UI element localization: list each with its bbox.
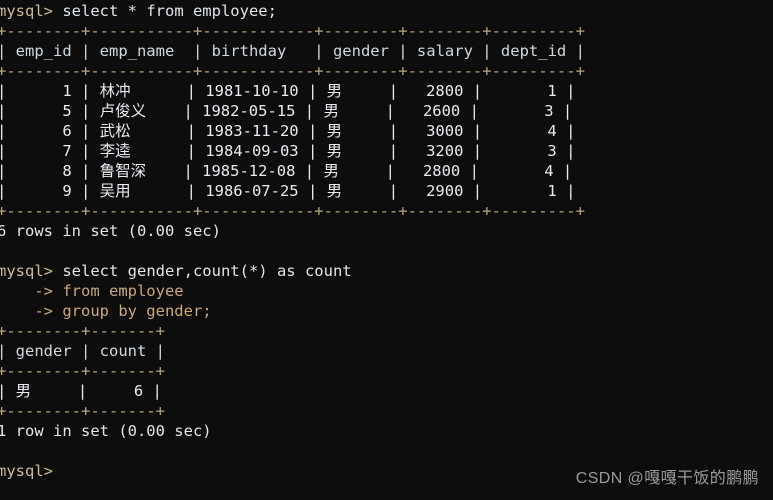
table2-status: 1 row in set (0.00 sec) <box>0 422 212 440</box>
command-line-1: mysql> select * from employee; <box>0 1 773 21</box>
table1-row: | 9 | 吴用 | 1986-07-25 | 男 | 2900 | 1 | <box>0 182 576 200</box>
table2-header-row: | gender | count | <box>0 342 165 360</box>
table1-row: | 5 | 卢俊义 | 1982-05-15 | 男 | 2600 | 3 | <box>0 102 573 120</box>
table2-rule-top: +--------+-------+ <box>0 322 165 340</box>
command-continuation-line: -> group by gender; <box>0 302 212 320</box>
table1-row: | 1 | 林冲 | 1981-10-10 | 男 | 2800 | 1 | <box>0 82 576 100</box>
table1-row: | 7 | 李逵 | 1984-09-03 | 男 | 3200 | 3 | <box>0 142 576 160</box>
table1-row: | 6 | 武松 | 1983-11-20 | 男 | 3000 | 4 | <box>0 122 576 140</box>
table1-rule-top: +--------+-----------+------------+-----… <box>0 22 585 40</box>
table1-row: | 8 | 鲁智深 | 1985-12-08 | 男 | 2800 | 4 | <box>0 162 573 180</box>
shell-prompt: mysql> <box>0 462 53 480</box>
table1-rule-bottom: +--------+-----------+------------+-----… <box>0 202 585 220</box>
table1-rule-mid: +--------+-----------+------------+-----… <box>0 62 585 80</box>
table2-rule-bottom: +--------+-------+ <box>0 402 165 420</box>
terminal-screen: mysql> select * from employee; +--------… <box>0 1 773 481</box>
shell-prompt: mysql> <box>0 262 53 280</box>
command-continuation-line: -> from employee <box>0 282 184 300</box>
shell-prompt: mysql> <box>0 2 53 20</box>
csdn-watermark: CSDN @嘎嘎干饭的鹏鹏 <box>575 470 759 487</box>
command-line-2: mysql> select gender,count(*) as count <box>0 261 773 281</box>
command-text: select gender,count(*) as count <box>53 262 352 280</box>
table2-rule-mid: +--------+-------+ <box>0 362 165 380</box>
terminal-window[interactable]: mysql> select * from employee; +--------… <box>0 0 773 500</box>
table2-row: | 男 | 6 | <box>0 382 162 400</box>
table1-status: 6 rows in set (0.00 sec) <box>0 222 221 240</box>
table1-header-row: | emp_id | emp_name | birthday | gender … <box>0 42 585 60</box>
command-text: select * from employee; <box>53 2 277 20</box>
